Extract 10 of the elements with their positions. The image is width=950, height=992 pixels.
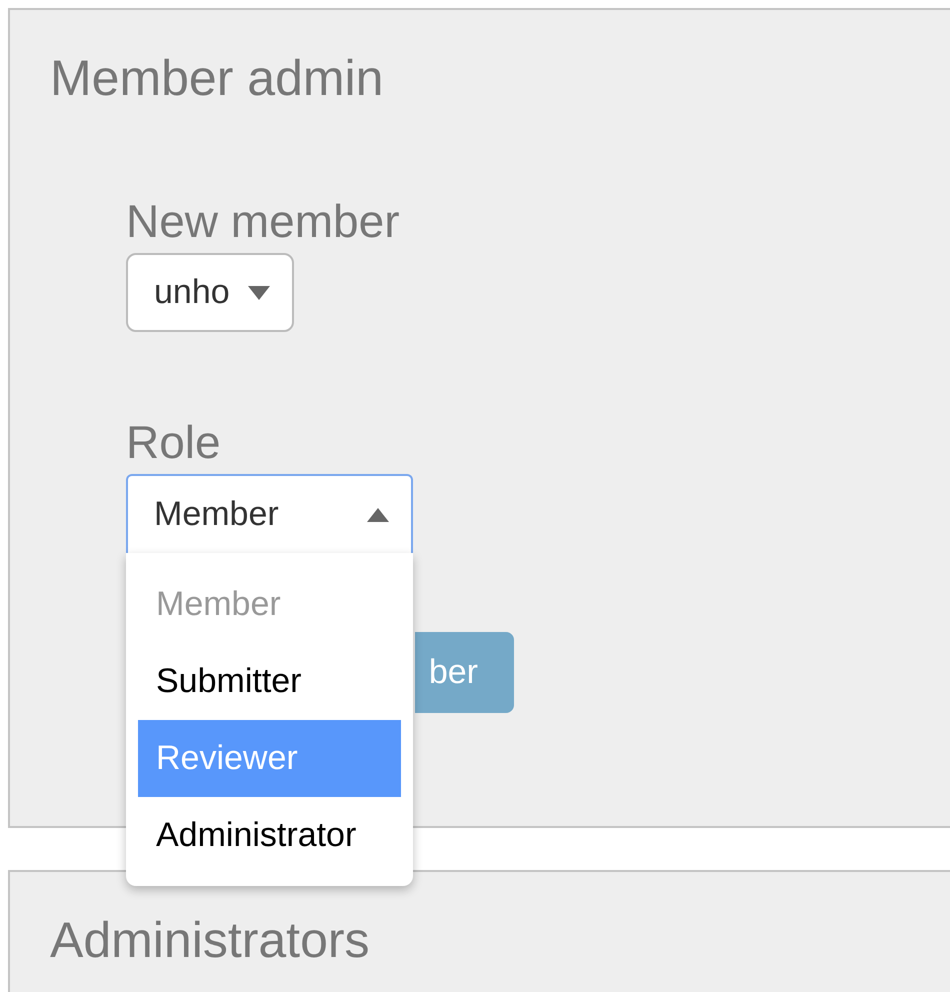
field-label: New member [126,195,401,247]
panel-title: Administrators [50,911,371,970]
dropdown-option[interactable]: Administrator [138,797,401,874]
dropdown-option[interactable]: Submitter [138,643,401,720]
caret-icon [248,286,270,300]
field-label: Role [126,416,222,468]
select-dropdown[interactable]: unho [126,253,294,332]
select-dropdown[interactable]: Member [126,474,413,553]
caret-icon [367,508,389,522]
panel-title: Member admin [50,49,384,108]
